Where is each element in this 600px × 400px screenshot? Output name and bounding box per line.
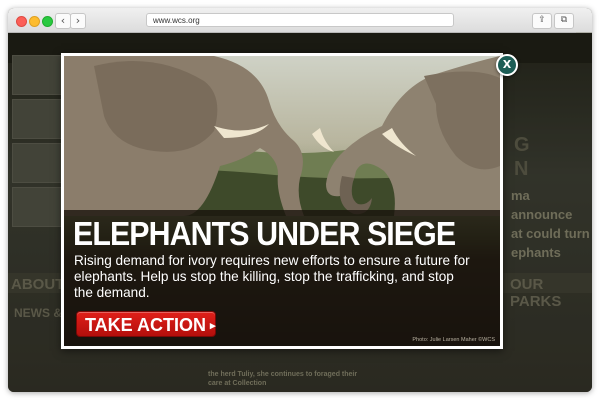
take-action-label: TAKE ACTION [85, 315, 206, 335]
close-window-button[interactable] [16, 16, 27, 27]
elephants-illustration [64, 56, 500, 216]
photo-credit: Photo: Julie Larsen Maher ©WCS [412, 337, 495, 343]
share-icon[interactable]: ⇪ [532, 13, 552, 29]
tab-overview-icon[interactable]: ⧉ [554, 13, 574, 29]
forward-button[interactable]: › [70, 13, 86, 29]
zoom-window-button[interactable] [42, 16, 53, 27]
promo-modal: ELEPHANTS UNDER SIEGE Rising demand for … [61, 53, 503, 349]
arrow-right-icon: ▸ [210, 320, 216, 333]
close-icon[interactable]: X [496, 54, 518, 76]
minimize-window-button[interactable] [29, 16, 40, 27]
modal-body-text: Rising demand for ivory requires new eff… [74, 253, 470, 300]
elephants-photo: ELEPHANTS UNDER SIEGE Rising demand for … [64, 56, 500, 346]
back-button[interactable]: ‹ [55, 13, 71, 29]
browser-toolbar: ‹ › www.wcs.org ⇪ ⧉ [8, 8, 592, 33]
take-action-button[interactable]: TAKE ACTION ▸ [76, 311, 216, 337]
modal-headline: ELEPHANTS UNDER SIEGE [73, 215, 456, 252]
address-bar[interactable]: www.wcs.org [146, 13, 454, 27]
